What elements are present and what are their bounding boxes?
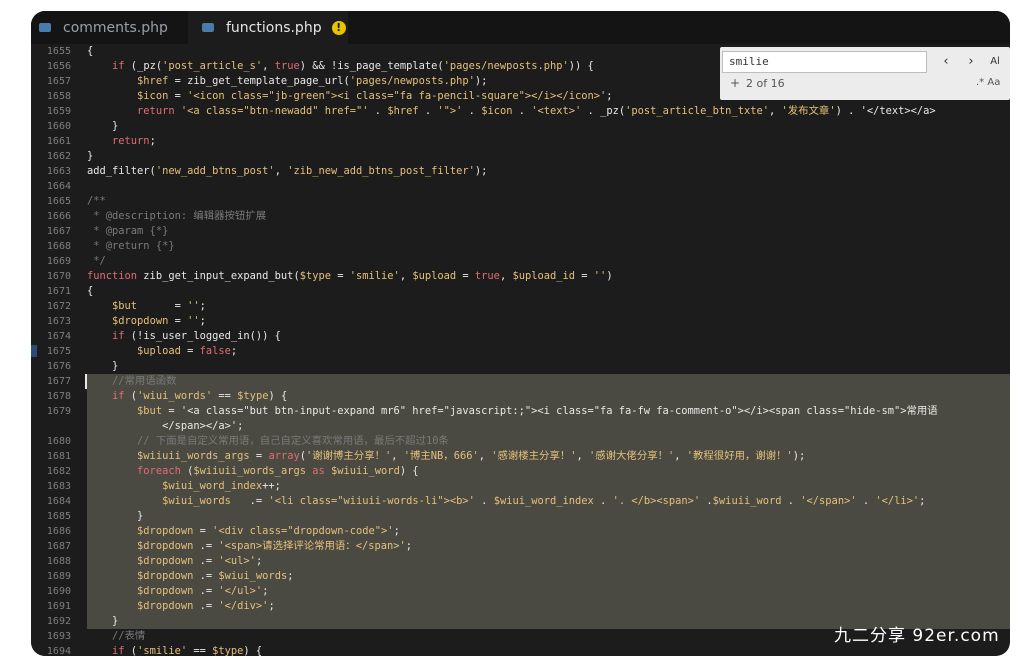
line-number: 1665 — [46, 196, 71, 207]
line-number: 1677 — [46, 376, 71, 387]
line-number: 1684 — [46, 496, 71, 507]
line-number: 1670 — [46, 271, 71, 282]
code-line[interactable]: } — [87, 149, 1010, 164]
line-number: 1676 — [46, 361, 71, 372]
code-line[interactable]: $dropdown .= '</div>'; — [87, 599, 1010, 614]
code-line[interactable]: } — [87, 509, 1010, 524]
line-number: 1687 — [46, 541, 71, 552]
regex-case-toggles[interactable]: .* Aa — [976, 77, 1000, 88]
line-number: 1683 — [46, 481, 71, 492]
code-line[interactable]: $upload = false; — [87, 344, 1010, 359]
tab-label: comments.php — [63, 19, 168, 36]
code-line[interactable]: { — [87, 284, 1010, 299]
match-case-toggle[interactable]: Aa — [987, 77, 1000, 88]
line-number: 1655 — [46, 46, 71, 57]
line-number: 1656 — [46, 61, 71, 72]
code-line[interactable]: * @return {*} — [87, 239, 1010, 254]
code-line[interactable]: $dropdown .= '</ul>'; — [87, 584, 1010, 599]
line-number: 1668 — [46, 241, 71, 252]
code-line[interactable]: } — [87, 359, 1010, 374]
unsaved-changes-icon[interactable]: ! — [331, 20, 346, 35]
code-line[interactable]: $dropdown = '<div class="dropdown-code">… — [87, 524, 1010, 539]
php-file-icon — [39, 23, 51, 32]
previous-match-button[interactable]: ‹ — [935, 51, 957, 73]
code-line[interactable]: $dropdown .= '<span>请选择评论常用语：</span>'; — [87, 539, 1010, 554]
line-number: 1662 — [46, 151, 71, 162]
line-number: 1661 — [46, 136, 71, 147]
code-line[interactable]: $wiiuii_words_args = array('谢谢博主分享！', '博… — [87, 449, 1010, 464]
tab-bar: comments.php functions.php ! — [31, 11, 1010, 44]
code-line[interactable]: */ — [87, 254, 1010, 269]
find-input[interactable]: smilie — [722, 51, 927, 73]
code-line[interactable]: } — [87, 119, 1010, 134]
line-number: 1663 — [46, 166, 71, 177]
line-number: 1686 — [46, 526, 71, 537]
line-number: 1690 — [46, 586, 71, 597]
code-line[interactable]: * @description: 编辑器按钮扩展 — [87, 209, 1010, 224]
line-number: 1688 — [46, 556, 71, 567]
line-number: 1660 — [46, 121, 71, 132]
line-number: 1682 — [46, 466, 71, 477]
code-line[interactable]: /** — [87, 194, 1010, 209]
code-line[interactable]: $but = '<a class="but btn-input-expand m… — [87, 404, 1010, 419]
line-number: 1692 — [46, 616, 71, 627]
line-number: 1669 — [46, 256, 71, 267]
code-line[interactable] — [87, 179, 1010, 194]
code-line[interactable]: $wiui_words .= '<li class="wiiuii-words-… — [87, 494, 1010, 509]
line-number: 1678 — [46, 391, 71, 402]
line-number: 1664 — [46, 181, 71, 192]
expand-replace-icon[interactable]: + — [730, 76, 740, 90]
code-line[interactable]: function zib_get_input_expand_but($type … — [87, 269, 1010, 284]
line-number: 1680 — [46, 436, 71, 447]
line-number: 1685 — [46, 511, 71, 522]
code-line[interactable]: * @param {*} — [87, 224, 1010, 239]
code-line[interactable]: return; — [87, 134, 1010, 149]
line-number: 1673 — [46, 316, 71, 327]
line-number: 1657 — [46, 76, 71, 87]
find-widget: smilie ‹ › Al + 2 of 16 .* Aa — [720, 47, 1010, 100]
tab-label: functions.php — [226, 19, 322, 36]
code-line[interactable]: $dropdown .= $wiui_words; — [87, 569, 1010, 584]
tab-functions-php[interactable]: functions.php ! — [188, 11, 348, 44]
line-number: 1691 — [46, 601, 71, 612]
fold-marker-icon[interactable] — [31, 345, 37, 357]
line-number: 1693 — [46, 631, 71, 642]
code-line[interactable]: if (!is_user_logged_in()) { — [87, 329, 1010, 344]
code-line[interactable]: //常用语函数 — [87, 374, 1010, 389]
line-number: 1679 — [46, 406, 71, 417]
code-line[interactable]: // 下面是自定义常用语，自己自定义喜欢常用语，最后不超过10条 — [87, 434, 1010, 449]
php-file-icon — [202, 23, 214, 32]
tab-comments-php[interactable]: comments.php — [31, 11, 188, 44]
text-cursor — [85, 374, 87, 389]
code-line[interactable]: return '<a class="btn-newadd" href="' . … — [87, 104, 1010, 119]
match-whole-word-toggle[interactable]: Al — [984, 51, 1006, 73]
code-line[interactable]: add_filter('new_add_btns_post', 'zib_new… — [87, 164, 1010, 179]
code-line[interactable]: $dropdown .= '<ul>'; — [87, 554, 1010, 569]
line-number: 1659 — [46, 106, 71, 117]
line-number: 1658 — [46, 91, 71, 102]
code-line[interactable]: if ('wiui_words' == $type) { — [87, 389, 1010, 404]
regex-toggle[interactable]: .* — [976, 77, 984, 88]
line-number: 1674 — [46, 331, 71, 342]
editor-window: comments.php functions.php ! 1655 {1656 i… — [31, 11, 1010, 656]
code-line[interactable]: $dropdown = ''; — [87, 314, 1010, 329]
line-number: 1672 — [46, 301, 71, 312]
line-number: 1666 — [46, 211, 71, 222]
line-number: 1694 — [46, 646, 71, 656]
code-line[interactable]: $wiui_word_index++; — [87, 479, 1010, 494]
code-line[interactable]: foreach ($wiiuii_words_args as $wiuii_wo… — [87, 464, 1010, 479]
match-count: 2 of 16 — [746, 77, 785, 90]
line-number: 1689 — [46, 571, 71, 582]
line-number: 1681 — [46, 451, 71, 462]
next-match-button[interactable]: › — [960, 51, 982, 73]
code-line[interactable]: </span></a>'; — [87, 419, 1010, 434]
line-number: 1671 — [46, 286, 71, 297]
code-line[interactable]: $but = ''; — [87, 299, 1010, 314]
line-number: 1675 — [46, 346, 71, 357]
line-number: 1667 — [46, 226, 71, 237]
code-editor[interactable]: 1655{1656 if (_pz('post_article_s', true… — [31, 44, 1010, 656]
watermark: 九二分享 92er.com — [834, 626, 1000, 646]
